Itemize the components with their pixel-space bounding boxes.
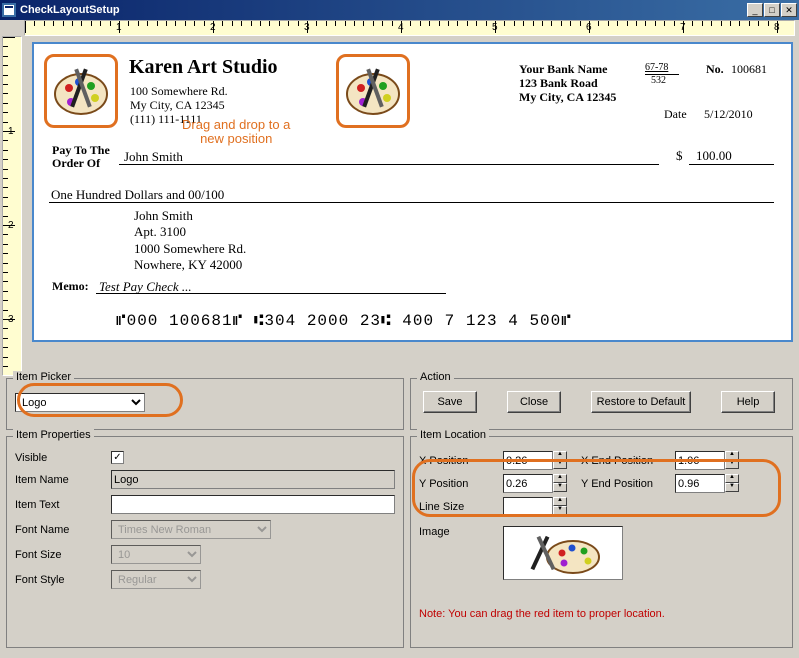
maximize-button[interactable]: □ — [764, 3, 780, 17]
x-position-label: X Position — [419, 455, 499, 467]
font-style-combo[interactable]: Regular — [111, 570, 201, 589]
drag-note: Note: You can drag the red item to prope… — [419, 608, 784, 620]
line-size-label: Line Size — [419, 501, 499, 513]
item-name-label: Item Name — [15, 474, 111, 486]
words-line — [49, 202, 774, 203]
x-end-label: X End Position — [581, 455, 671, 467]
micr-line: ⑈000 100681⑈ ⑆304 2000 23⑆ 400 7 123 4 5… — [116, 312, 572, 330]
check-no-value: 100681 — [731, 62, 767, 77]
y-up-button[interactable]: ▲ — [553, 474, 567, 483]
yend-down-button[interactable]: ▼ — [725, 483, 739, 492]
action-legend: Action — [417, 371, 454, 383]
x-position-input[interactable] — [503, 451, 553, 470]
check-preview: Karen Art Studio 100 Somewhere Rd. My Ci… — [32, 42, 793, 342]
font-size-combo[interactable]: 10 — [111, 545, 201, 564]
font-name-label: Font Name — [15, 524, 111, 536]
palette-icon — [51, 64, 111, 119]
dollar-sign: $ — [676, 148, 683, 164]
amount-line — [689, 164, 774, 165]
item-properties-legend: Item Properties — [13, 429, 94, 441]
bank-addr2: My City, CA 12345 — [519, 90, 616, 105]
x-down-button[interactable]: ▼ — [553, 460, 567, 469]
xend-up-button[interactable]: ▲ — [725, 451, 739, 460]
image-label: Image — [419, 526, 499, 538]
item-name-input[interactable] — [111, 470, 395, 489]
action-fieldset: Action Save Close Restore to Default Hel… — [410, 378, 793, 430]
company-name: Karen Art Studio — [129, 56, 278, 79]
bank-addr1: 123 Bank Road — [519, 76, 598, 91]
company-addr1: 100 Somewhere Rd. — [130, 84, 228, 99]
linesize-up-button[interactable]: ▲ — [553, 497, 567, 506]
close-dialog-button[interactable]: Close — [507, 391, 561, 413]
restore-default-button[interactable]: Restore to Default — [591, 391, 691, 413]
font-style-label: Font Style — [15, 574, 111, 586]
y-down-button[interactable]: ▼ — [553, 483, 567, 492]
xend-down-button[interactable]: ▼ — [725, 460, 739, 469]
memo-line — [96, 293, 446, 294]
item-location-fieldset: Item Location X Position ▲▼ X End Positi… — [410, 436, 793, 648]
yend-up-button[interactable]: ▲ — [725, 474, 739, 483]
item-text-label: Item Text — [15, 499, 111, 511]
line-size-input[interactable] — [503, 497, 553, 516]
routing-bottom: 532 — [651, 75, 666, 86]
check-no-label: No. — [706, 62, 724, 77]
help-button[interactable]: Help — [721, 391, 775, 413]
horizontal-ruler: 12345678 — [24, 20, 795, 36]
minimize-button[interactable]: _ — [747, 3, 763, 17]
titlebar: CheckLayoutSetup _ □ ✕ — [0, 0, 799, 20]
drag-hint-text: Drag and drop to anew position — [182, 118, 290, 147]
x-end-input[interactable] — [675, 451, 725, 470]
logo-original[interactable] — [44, 54, 118, 128]
y-end-label: Y End Position — [581, 478, 671, 490]
y-position-input[interactable] — [503, 474, 553, 493]
item-picker-legend: Item Picker — [13, 371, 74, 383]
window-title: CheckLayoutSetup — [20, 4, 747, 16]
item-text-input[interactable] — [111, 495, 395, 514]
amount-words: One Hundred Dollars and 00/100 — [51, 187, 224, 203]
y-position-label: Y Position — [419, 478, 499, 490]
item-picker-fieldset: Item Picker Logo — [6, 378, 404, 430]
palette-icon — [343, 64, 403, 119]
bank-name: Your Bank Name — [519, 62, 607, 77]
item-properties-fieldset: Item Properties Visible ✓ Item Name Item… — [6, 436, 404, 648]
font-name-combo[interactable]: Times New Roman — [111, 520, 271, 539]
payto-line — [119, 164, 659, 165]
payee-name: John Smith — [124, 149, 183, 165]
visible-label: Visible — [15, 452, 111, 464]
vertical-ruler: 123 — [2, 36, 22, 376]
x-up-button[interactable]: ▲ — [553, 451, 567, 460]
memo-label: Memo: — [52, 279, 89, 294]
app-icon — [2, 3, 16, 17]
item-picker-combo[interactable]: Logo — [15, 393, 145, 412]
save-button[interactable]: Save — [423, 391, 477, 413]
y-end-input[interactable] — [675, 474, 725, 493]
pay-to-label: Pay To TheOrder Of — [52, 144, 110, 170]
linesize-down-button[interactable]: ▼ — [553, 506, 567, 515]
font-size-label: Font Size — [15, 549, 111, 561]
company-addr2: My City, CA 12345 — [130, 98, 225, 113]
date-value: 5/12/2010 — [704, 107, 753, 122]
palette-icon — [518, 531, 608, 575]
payee-address: John Smith Apt. 3100 1000 Somewhere Rd. … — [134, 208, 246, 273]
visible-checkbox[interactable]: ✓ — [111, 451, 124, 464]
item-location-legend: Item Location — [417, 429, 489, 441]
amount-numeric: 100.00 — [696, 148, 732, 164]
close-button[interactable]: ✕ — [781, 3, 797, 17]
logo-dragged[interactable] — [336, 54, 410, 128]
image-preview[interactable] — [503, 526, 623, 580]
date-label: Date — [664, 107, 687, 122]
routing-top: 67-78 — [645, 62, 668, 73]
